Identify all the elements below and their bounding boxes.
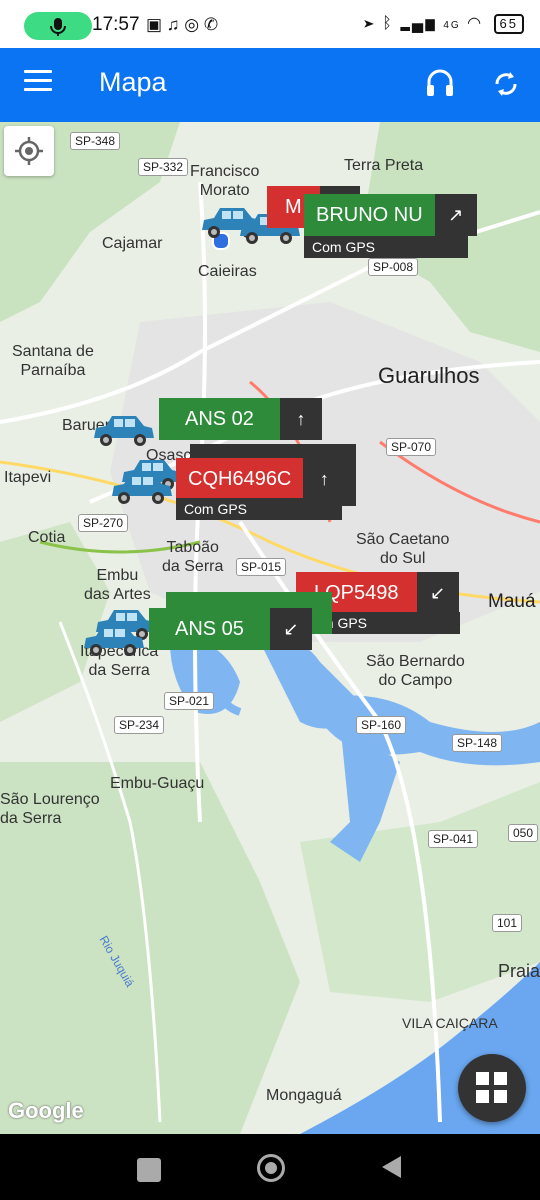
road-shield: SP-148 xyxy=(452,734,503,752)
system-icons: ➤ ᛒ ▂▄▆ 4G ◠ 65 xyxy=(364,13,524,34)
road-shield: SP-041 xyxy=(428,830,479,848)
whatsapp-icon: ◎ xyxy=(184,15,200,34)
vehicle-label[interactable]: BRUNO NU ↗ xyxy=(304,194,477,236)
menu-icon-bar xyxy=(24,79,52,82)
place-label: Guarulhos xyxy=(378,363,480,388)
vehicle-plate: ANS 05 xyxy=(149,608,270,650)
road-shield: SP-348 xyxy=(70,132,121,150)
road-shield: 101 xyxy=(492,914,523,932)
map-view[interactable]: Francisco Morato Terra Preta Cajamar Cai… xyxy=(0,122,540,1134)
notification-icons: ▣ ♫ ◎ ✆ xyxy=(146,15,218,35)
home-button[interactable] xyxy=(257,1154,285,1182)
vehicle-marker[interactable] xyxy=(90,412,156,450)
vehicle-label[interactable]: ANS 02 ↑ xyxy=(159,398,322,440)
road-shield: SP-234 xyxy=(114,716,165,734)
status-bar: 17:57 ▣ ♫ ◎ ✆ ➤ ᛒ ▂▄▆ 4G ◠ 65 xyxy=(0,0,540,48)
heading-arrow-icon: ↑ xyxy=(303,458,346,500)
place-label: Terra Preta xyxy=(344,157,424,174)
heading-arrow-icon: ↙ xyxy=(269,608,312,650)
place-label: Praia xyxy=(498,961,540,981)
road-shield: SP-270 xyxy=(78,514,129,532)
road-shield: 050 xyxy=(508,824,539,842)
refresh-button[interactable] xyxy=(488,66,524,102)
road-shield: SP-008 xyxy=(368,258,419,276)
bluetooth-icon: ᛒ xyxy=(382,15,394,32)
recents-button[interactable] xyxy=(137,1158,161,1182)
vehicle-plate: BRUNO NU xyxy=(304,194,435,236)
my-location-button[interactable] xyxy=(4,126,54,176)
gps-status: Com GPS xyxy=(176,498,342,520)
place-label: Santana de Parnaíba xyxy=(12,343,94,379)
place-label: Mauá xyxy=(488,591,536,612)
vehicle-plate: ANS 02 xyxy=(159,398,280,440)
menu-icon-bar xyxy=(24,88,52,91)
google-logo: Google xyxy=(8,1098,84,1123)
status-time: 17:57 xyxy=(92,14,140,35)
place-label: São Bernardo do Campo xyxy=(366,653,465,689)
vehicle-label[interactable]: ANS 05 ↙ xyxy=(149,608,312,650)
place-label: São Lourenço da Serra xyxy=(0,791,100,827)
network-type: 4G xyxy=(443,20,461,31)
place-label: Caieiras xyxy=(198,263,257,280)
road-shield: SP-160 xyxy=(356,716,407,734)
place-label: Embu das Artes xyxy=(84,567,151,603)
heading-arrow-icon: ↗ xyxy=(434,194,477,236)
nfc-icon: ▣ xyxy=(146,15,163,34)
gps-status: Com GPS xyxy=(304,236,468,258)
headset-icon: ♫ xyxy=(166,15,180,34)
road-shield: SP-021 xyxy=(164,692,215,710)
heading-arrow-icon: ↙ xyxy=(416,572,459,614)
battery-indicator: 65 xyxy=(493,14,524,34)
mic-icon xyxy=(50,18,66,36)
layers-fab-button[interactable] xyxy=(458,1054,526,1122)
place-label: Francisco Morato xyxy=(190,163,260,199)
road-shield: SP-332 xyxy=(138,158,189,176)
vehicle-plate: CQH6496C xyxy=(176,458,304,500)
heading-arrow-icon: ↑ xyxy=(279,398,322,440)
menu-button[interactable] xyxy=(24,70,52,94)
place-label: Cajamar xyxy=(102,235,163,252)
road-shield: SP-070 xyxy=(386,438,437,456)
place-label: Embu-Guaçu xyxy=(110,775,205,792)
location-icon: ➤ xyxy=(364,15,376,32)
support-button[interactable] xyxy=(422,66,458,102)
vehicle-marker[interactable] xyxy=(108,470,174,508)
mic-indicator xyxy=(24,12,92,40)
signal-icon: ▂▄▆ xyxy=(400,15,437,32)
phone-icon: ✆ xyxy=(203,15,219,34)
menu-icon xyxy=(24,70,52,73)
locate-icon xyxy=(15,137,43,165)
place-label: Taboão da Serra xyxy=(162,539,224,575)
vehicle-marker[interactable] xyxy=(80,622,146,660)
system-nav-bar xyxy=(0,1134,540,1200)
back-button[interactable] xyxy=(382,1156,401,1178)
road-shield: SP-015 xyxy=(236,558,287,576)
headset-icon xyxy=(427,69,453,96)
place-label: Cotia xyxy=(28,529,66,546)
app-bar: Mapa xyxy=(0,48,540,122)
sync-icon xyxy=(495,72,517,96)
place-label: Itapevi xyxy=(4,469,52,486)
place-label: Mongaguá xyxy=(266,1087,342,1104)
wifi-icon: ◠ xyxy=(467,15,484,32)
place-label: São Caetano do Sul xyxy=(356,531,450,567)
place-label: VILA CAIÇARA xyxy=(402,1015,498,1031)
page-title: Mapa xyxy=(99,67,167,97)
vehicle-label[interactable]: CQH6496C ↑ xyxy=(176,458,346,500)
